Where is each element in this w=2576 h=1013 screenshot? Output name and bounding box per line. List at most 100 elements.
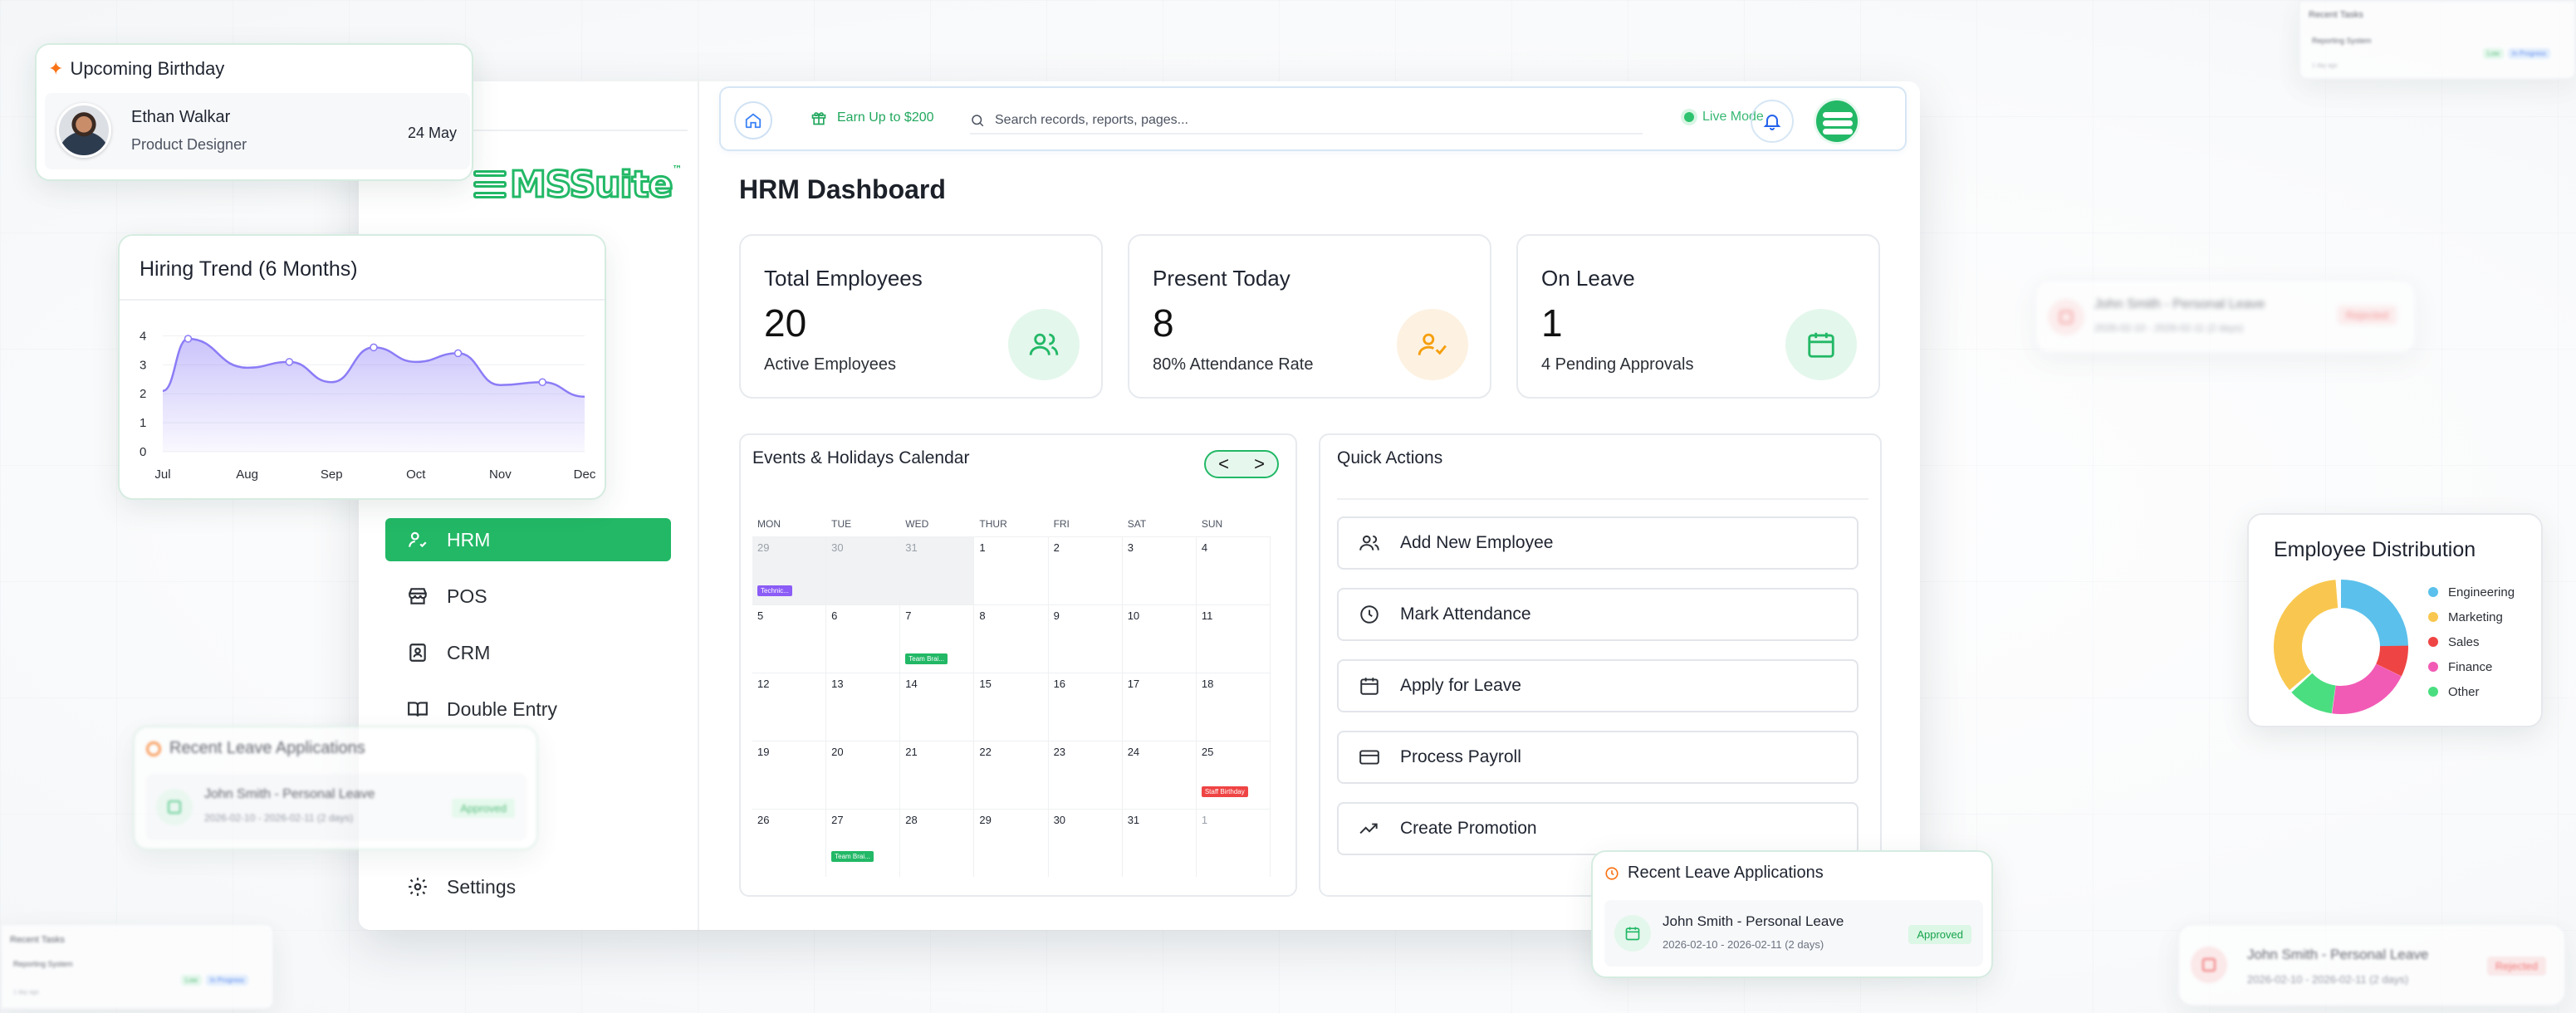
leave-entry[interactable]: John Smith - Personal Leave 2026-02-10 -…: [1604, 900, 1983, 967]
leave-card-title: Recent Leave Applications: [169, 739, 365, 757]
calendar-day[interactable]: 9: [1048, 604, 1123, 673]
search-input[interactable]: Search records, reports, pages...: [970, 108, 1643, 135]
store-icon: [409, 588, 427, 604]
stat-subtitle: 80% Attendance Rate: [1153, 355, 1314, 374]
legend-item-finance: Finance: [2428, 654, 2515, 679]
calendar-day[interactable]: 30: [826, 536, 901, 604]
calendar-day[interactable]: 17: [1122, 673, 1197, 741]
calendar-day[interactable]: 18: [1196, 673, 1271, 741]
calendar-day[interactable]: 25 Staff Birthday: [1196, 741, 1271, 809]
calendar-day[interactable]: 16: [1048, 673, 1123, 741]
calendar-day[interactable]: 30: [1048, 809, 1123, 877]
calendar-day[interactable]: 7 Team Brai...: [900, 604, 975, 673]
calendar-day[interactable]: 23: [1048, 741, 1123, 809]
calendar-day[interactable]: 2: [1048, 536, 1123, 604]
leave-card-header: Recent Leave Applications: [1604, 864, 1824, 883]
calendar-day[interactable]: 21: [900, 741, 975, 809]
calendar-day[interactable]: 6: [826, 604, 901, 673]
calendar-day[interactable]: 1: [974, 536, 1049, 604]
calendar-day[interactable]: 28: [900, 809, 975, 877]
add-new-employee-button[interactable]: Add New Employee: [1337, 516, 1859, 570]
calendar-day[interactable]: 29: [974, 809, 1049, 877]
tasks-card-title: Recent Tasks: [2309, 10, 2363, 20]
calendar-title: Events & Holidays Calendar: [752, 448, 970, 467]
distribution-donut-chart: [2274, 580, 2408, 714]
x-tick-label: Sep: [321, 467, 343, 482]
create-promotion-button[interactable]: Create Promotion: [1337, 802, 1859, 855]
calendar-event[interactable]: Team Brai...: [905, 653, 948, 664]
sidebar-item-label: CRM: [447, 641, 491, 663]
quick-actions-title: Quick Actions: [1337, 448, 1443, 467]
calendar-day[interactable]: 12: [752, 673, 827, 741]
calendar-day[interactable]: 22: [974, 741, 1049, 809]
party-popper-icon: ✦: [48, 58, 64, 79]
events-calendar-panel: Events & Holidays Calendar < > MON TUE W…: [739, 433, 1297, 897]
sidebar-item-label: POS: [447, 585, 487, 607]
calendar-next-button[interactable]: >: [1254, 453, 1265, 475]
calendar-day[interactable]: 26: [752, 809, 827, 877]
trend-area: [163, 338, 585, 452]
sidebar-item-settings[interactable]: Settings: [385, 865, 671, 908]
calendar-day[interactable]: 10: [1122, 604, 1197, 673]
calendar-event[interactable]: Technic...: [757, 585, 792, 596]
apply-for-leave-button[interactable]: Apply for Leave: [1337, 659, 1859, 712]
calendar-day[interactable]: 3: [1122, 536, 1197, 604]
calendar-day[interactable]: 14: [900, 673, 975, 741]
mark-attendance-button[interactable]: Mark Attendance: [1337, 588, 1859, 641]
quick-actions-divider: [1337, 498, 1868, 500]
calendar-day[interactable]: 5: [752, 604, 827, 673]
calendar-day[interactable]: 11: [1196, 604, 1271, 673]
home-button[interactable]: [734, 101, 772, 139]
data-point: [285, 358, 294, 366]
weekday-label: TUE: [831, 518, 852, 530]
sidebar-item-hrm[interactable]: HRM: [385, 518, 671, 561]
stat-title: On Leave: [1541, 266, 1635, 291]
legend-item-other: Other: [2428, 679, 2515, 704]
calendar-event[interactable]: Staff Birthday: [1201, 786, 1248, 797]
y-tick-label: 4: [140, 329, 146, 343]
priority-badge: Low: [2483, 48, 2504, 59]
calendar-icon: [1785, 309, 1857, 380]
calendar-day[interactable]: 24: [1122, 741, 1197, 809]
calendar-day[interactable]: 8: [974, 604, 1049, 673]
weekday-label: SAT: [1127, 518, 1147, 530]
user-avatar[interactable]: [1814, 98, 1860, 144]
calendar-day[interactable]: 20: [826, 741, 901, 809]
users-icon: [1008, 309, 1080, 380]
calendar-day[interactable]: 31: [900, 536, 975, 604]
calendar-day[interactable]: 27 Team Brai...: [826, 809, 901, 877]
logo-trademark: ™: [672, 164, 682, 175]
calendar-prev-button[interactable]: <: [1218, 453, 1229, 475]
recent-leave-card: Recent Leave Applications John Smith - P…: [1591, 850, 1993, 978]
calendar-day[interactable]: 4: [1196, 536, 1271, 604]
search-placeholder: Search records, reports, pages...: [995, 113, 1188, 127]
earn-link[interactable]: Earn Up to $200: [811, 110, 934, 126]
birthday-entry[interactable]: Ethan Walkar Product Designer 24 May: [45, 93, 470, 169]
task-name: Reporting System: [13, 960, 73, 968]
sidebar-item-pos[interactable]: POS: [385, 575, 671, 618]
data-point: [453, 349, 463, 358]
notifications-button[interactable]: [1751, 100, 1794, 143]
leave-entry-dates: 2026-02-10 - 2026-02-11 (2 days): [1663, 938, 1824, 951]
weekday-label: MON: [757, 518, 781, 530]
process-payroll-button[interactable]: Process Payroll: [1337, 731, 1859, 784]
sidebar-item-crm[interactable]: CRM: [385, 631, 671, 674]
calendar-icon: [2048, 299, 2084, 335]
calendar-day[interactable]: 19: [752, 741, 827, 809]
stat-value: 8: [1153, 301, 1174, 345]
action-label: Create Promotion: [1400, 819, 1537, 838]
calendar-day[interactable]: 15: [974, 673, 1049, 741]
status-badge: Approved: [1908, 925, 1971, 944]
calendar-day[interactable]: 31: [1122, 809, 1197, 877]
calendar-day[interactable]: 1: [1196, 809, 1271, 877]
app-logo[interactable]: MSSuite ™: [473, 162, 682, 207]
calendar-icon: [156, 789, 193, 825]
calendar-event[interactable]: Team Brai...: [831, 851, 874, 862]
calendar-day[interactable]: 13: [826, 673, 901, 741]
leave-entry: John Smith - Personal Leave 2026-02-10 -…: [146, 774, 526, 840]
users-icon: [1359, 535, 1379, 551]
home-icon: [745, 113, 762, 129]
weekday-label: WED: [905, 518, 929, 530]
sidebar-item-double-entry[interactable]: Double Entry: [385, 688, 671, 731]
calendar-day[interactable]: 29 Technic...: [752, 536, 827, 604]
